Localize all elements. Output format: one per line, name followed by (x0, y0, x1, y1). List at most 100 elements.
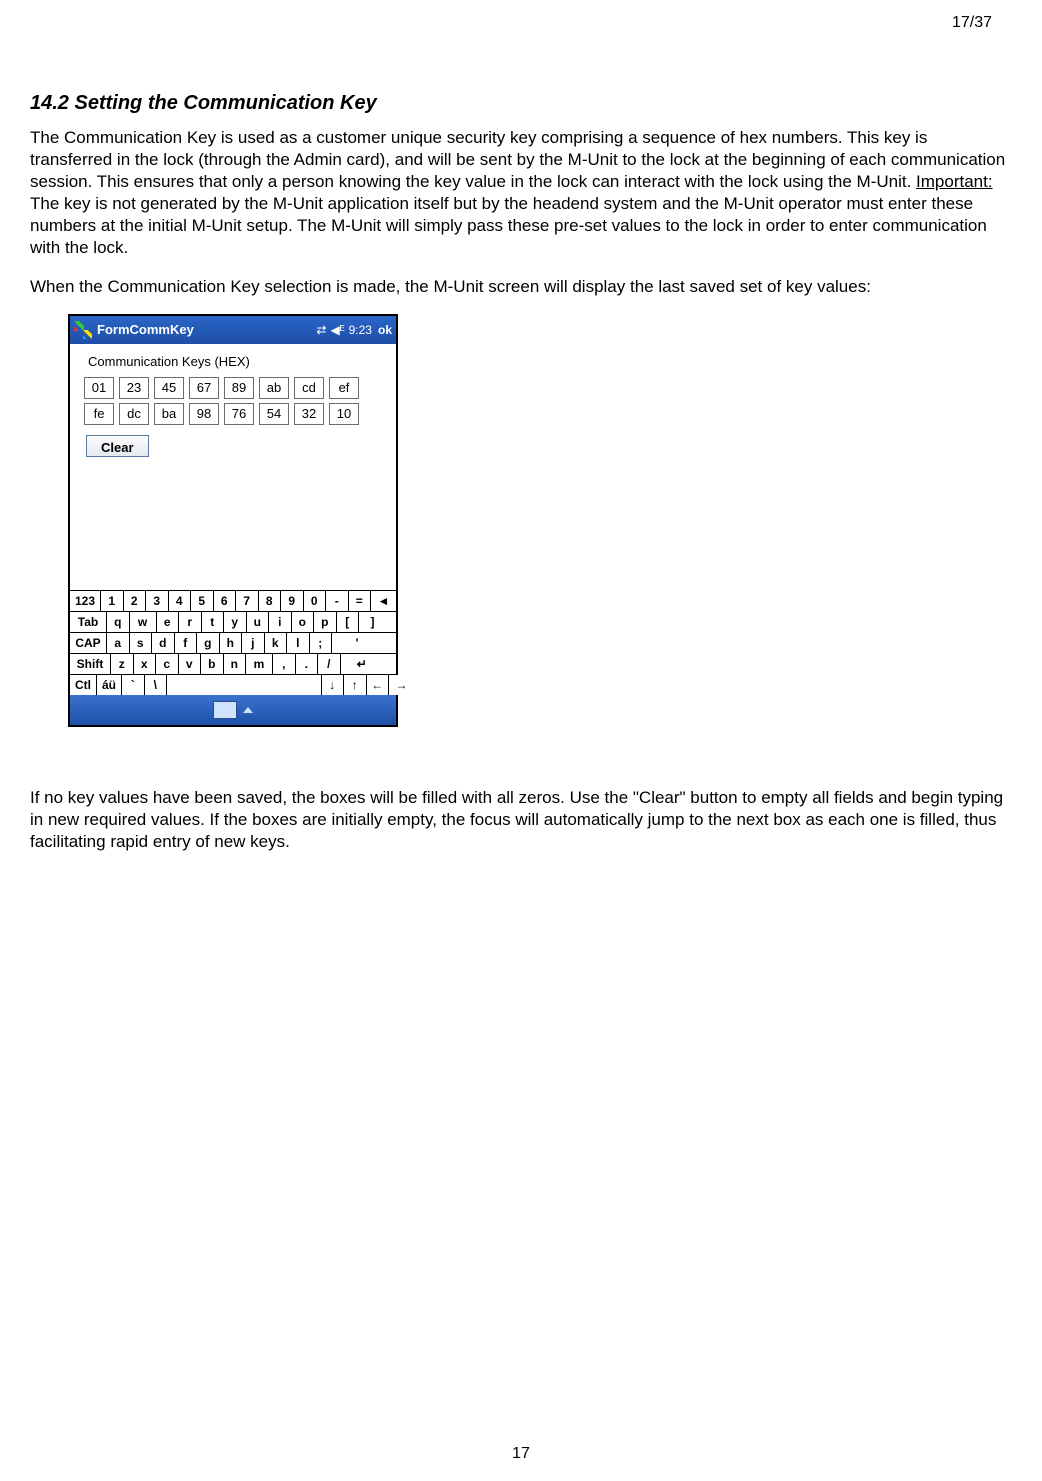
key-b[interactable]: b (201, 654, 224, 674)
key-0[interactable]: 0 (304, 591, 327, 611)
key-m[interactable]: m (246, 654, 273, 674)
windows-flag-icon[interactable] (74, 321, 92, 339)
key-y[interactable]: y (224, 612, 247, 632)
key-5[interactable]: 5 (191, 591, 214, 611)
hex-input[interactable]: ba (154, 403, 184, 425)
important-label: Important: (916, 172, 993, 191)
key-j[interactable]: j (242, 633, 265, 653)
device-window: FormCommKey ⇄ ◀ᴱ 9:23 ok Communication K… (68, 314, 398, 727)
status-area: ⇄ ◀ᴱ 9:23 (316, 323, 372, 337)
key-8[interactable]: 8 (259, 591, 282, 611)
key-quote[interactable]: ' (332, 633, 382, 653)
key-k[interactable]: k (265, 633, 288, 653)
key-v[interactable]: v (179, 654, 202, 674)
paragraph-1b: The key is not generated by the M-Unit a… (30, 194, 987, 257)
hex-input[interactable]: 67 (189, 377, 219, 399)
body-paragraph-3: If no key values have been saved, the bo… (30, 787, 1012, 853)
key-w[interactable]: w (130, 612, 157, 632)
key-f[interactable]: f (175, 633, 198, 653)
hex-input[interactable]: 98 (189, 403, 219, 425)
key-2[interactable]: 2 (124, 591, 147, 611)
hex-input[interactable]: cd (294, 377, 324, 399)
key-s[interactable]: s (130, 633, 153, 653)
key-4[interactable]: 4 (169, 591, 192, 611)
device-body: Communication Keys (HEX) 01 23 45 67 89 … (70, 344, 396, 590)
hex-grid: 01 23 45 67 89 ab cd ef fe dc ba 98 76 5… (84, 377, 386, 425)
hex-input[interactable]: dc (119, 403, 149, 425)
key-backslash[interactable]: \ (145, 675, 168, 695)
key-u[interactable]: u (247, 612, 270, 632)
key-space[interactable] (167, 675, 322, 695)
key-123[interactable]: 123 (70, 591, 101, 611)
hex-input[interactable]: 54 (259, 403, 289, 425)
key-comma[interactable]: , (273, 654, 296, 674)
key-tab[interactable]: Tab (70, 612, 107, 632)
key-right[interactable]: → (389, 675, 414, 695)
key-3[interactable]: 3 (146, 591, 169, 611)
hex-input[interactable]: 45 (154, 377, 184, 399)
hex-input[interactable]: fe (84, 403, 114, 425)
hex-input[interactable]: 32 (294, 403, 324, 425)
embedded-screenshot: FormCommKey ⇄ ◀ᴱ 9:23 ok Communication K… (68, 314, 1012, 727)
key-down[interactable]: ↓ (322, 675, 345, 695)
key-o[interactable]: o (292, 612, 315, 632)
footer-page-number: 17 (0, 1445, 1042, 1463)
key-q[interactable]: q (107, 612, 130, 632)
key-g[interactable]: g (197, 633, 220, 653)
key-backtick[interactable]: ` (122, 675, 145, 695)
key-enter[interactable]: ↵ (341, 654, 384, 674)
window-title: FormCommKey (97, 322, 194, 337)
bottom-bar (70, 695, 396, 725)
key-a[interactable]: a (107, 633, 130, 653)
hex-input[interactable]: ef (329, 377, 359, 399)
key-t[interactable]: t (202, 612, 225, 632)
connectivity-icon: ⇄ (316, 323, 326, 337)
key-minus[interactable]: - (326, 591, 349, 611)
key-6[interactable]: 6 (214, 591, 237, 611)
hex-input[interactable]: 10 (329, 403, 359, 425)
key-l[interactable]: l (287, 633, 310, 653)
key-d[interactable]: d (152, 633, 175, 653)
key-n[interactable]: n (224, 654, 247, 674)
key-period[interactable]: . (296, 654, 319, 674)
body-paragraph-2: When the Communication Key selection is … (30, 276, 1012, 298)
key-7[interactable]: 7 (236, 591, 259, 611)
ok-button[interactable]: ok (378, 323, 392, 337)
key-ctl[interactable]: Ctl (70, 675, 97, 695)
arrow-up-icon[interactable] (243, 707, 253, 713)
key-9[interactable]: 9 (281, 591, 304, 611)
key-p[interactable]: p (314, 612, 337, 632)
key-z[interactable]: z (111, 654, 134, 674)
key-equals[interactable]: = (349, 591, 372, 611)
key-slash[interactable]: / (318, 654, 341, 674)
key-left[interactable]: ← (367, 675, 390, 695)
key-bracket-close[interactable]: ] (359, 612, 386, 632)
key-up[interactable]: ↑ (344, 675, 367, 695)
key-x[interactable]: x (134, 654, 157, 674)
key-c[interactable]: c (156, 654, 179, 674)
hex-input[interactable]: 23 (119, 377, 149, 399)
hex-input[interactable]: 01 (84, 377, 114, 399)
key-backspace[interactable]: ◄ (371, 591, 396, 611)
body-paragraph-1: The Communication Key is used as a custo… (30, 127, 1012, 260)
on-screen-keyboard: 123 1 2 3 4 5 6 7 8 9 0 - = ◄ Tab (70, 590, 396, 695)
key-r[interactable]: r (179, 612, 202, 632)
comm-keys-label: Communication Keys (HEX) (88, 354, 386, 369)
hex-input[interactable]: ab (259, 377, 289, 399)
page-count: 17/37 (30, 14, 1012, 32)
key-cap[interactable]: CAP (70, 633, 107, 653)
document-page: 17/37 14.2 Setting the Communication Key… (0, 0, 1042, 1481)
key-semicolon[interactable]: ; (310, 633, 333, 653)
key-e[interactable]: e (157, 612, 180, 632)
clear-button[interactable]: Clear (86, 435, 149, 457)
sip-icon[interactable] (213, 701, 237, 719)
hex-input[interactable]: 76 (224, 403, 254, 425)
key-shift[interactable]: Shift (70, 654, 111, 674)
titlebar: FormCommKey ⇄ ◀ᴱ 9:23 ok (70, 316, 396, 344)
key-accent[interactable]: áü (97, 675, 122, 695)
key-h[interactable]: h (220, 633, 243, 653)
key-i[interactable]: i (269, 612, 292, 632)
key-1[interactable]: 1 (101, 591, 124, 611)
hex-input[interactable]: 89 (224, 377, 254, 399)
key-bracket-open[interactable]: [ (337, 612, 360, 632)
